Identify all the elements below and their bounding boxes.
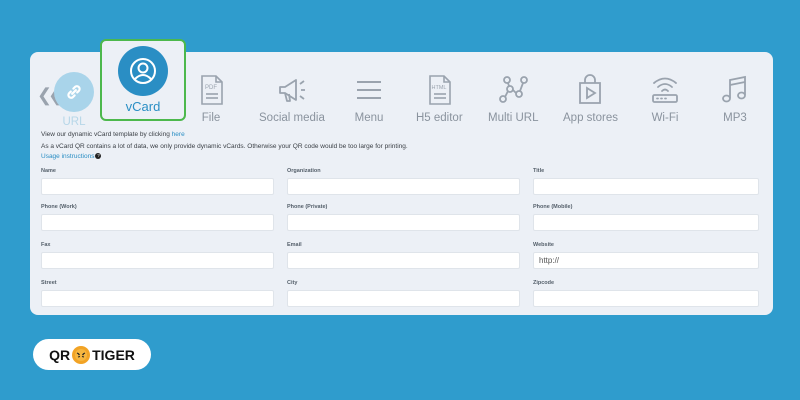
field-label: City xyxy=(287,280,298,286)
link-icon xyxy=(54,72,94,112)
usage-line: Usage instructions? xyxy=(41,152,408,162)
tab-label: Social media xyxy=(259,112,325,124)
pdf-file-icon: PDF xyxy=(193,72,229,108)
field-label: Name xyxy=(41,168,56,174)
shopping-bag-play-icon xyxy=(572,72,608,108)
tab-label: URL xyxy=(62,116,86,128)
fax-input[interactable] xyxy=(41,252,274,269)
qr-type-panel: ❮❮ URL vCard PDF File Social media Menu … xyxy=(30,39,773,315)
field-label: Zipcode xyxy=(533,280,555,286)
tab-file[interactable]: PDF File xyxy=(193,72,229,124)
email-input[interactable] xyxy=(287,252,520,269)
phone-mobile-input[interactable] xyxy=(533,214,759,231)
zipcode-input[interactable] xyxy=(533,290,759,307)
phone-work-input[interactable] xyxy=(41,214,274,231)
tab-url[interactable]: URL xyxy=(52,72,96,128)
tab-label: Wi-Fi xyxy=(651,112,679,124)
music-note-icon xyxy=(717,72,753,108)
template-link[interactable]: here xyxy=(172,131,185,138)
person-icon xyxy=(118,46,168,96)
qr-type-tabs: ❮❮ URL vCard PDF File Social media Menu … xyxy=(30,39,773,132)
svg-text:HTML: HTML xyxy=(432,85,447,91)
html-file-icon: HTML xyxy=(421,72,457,108)
website-input[interactable]: http:// xyxy=(533,252,759,269)
field-label: Street xyxy=(41,280,57,286)
tab-label: vCard xyxy=(125,99,161,114)
wifi-router-icon xyxy=(647,72,683,108)
svg-text:PDF: PDF xyxy=(205,85,217,91)
vcard-info: View our dynamic vCard template by click… xyxy=(41,130,408,162)
brand-right: TIGER xyxy=(92,346,135,363)
tab-label: MP3 xyxy=(723,112,747,124)
nodes-icon xyxy=(495,72,531,108)
field-label: Website xyxy=(533,242,554,248)
field-label: Organization xyxy=(287,168,321,174)
tab-h5-editor[interactable]: HTML H5 editor xyxy=(416,72,463,124)
tab-menu[interactable]: Menu xyxy=(351,72,387,124)
tab-label: Multi URL xyxy=(488,112,539,124)
field-label: Email xyxy=(287,242,302,248)
megaphone-icon xyxy=(274,72,310,108)
tab-label: Menu xyxy=(354,112,384,124)
tab-vcard[interactable]: vCard xyxy=(100,39,186,121)
tab-label: App stores xyxy=(563,112,618,124)
name-input[interactable] xyxy=(41,178,274,195)
tab-social-media[interactable]: Social media xyxy=(259,72,325,124)
brand-left: QR xyxy=(49,346,71,363)
tab-label: H5 editor xyxy=(416,112,463,124)
hamburger-menu-icon xyxy=(351,72,387,108)
organization-input[interactable] xyxy=(287,178,520,195)
field-label: Phone (Work) xyxy=(41,204,77,210)
template-line: View our dynamic vCard template by click… xyxy=(41,130,408,140)
field-label: Phone (Mobile) xyxy=(533,204,573,210)
template-text: View our dynamic vCard template by click… xyxy=(41,131,170,138)
tab-multi-url[interactable]: Multi URL xyxy=(488,72,538,124)
field-label: Phone (Private) xyxy=(287,204,328,210)
tiger-icon xyxy=(72,345,91,364)
qr-tiger-logo: QR TIGER xyxy=(33,339,151,370)
field-label: Title xyxy=(533,168,545,174)
tab-app-stores[interactable]: App stores xyxy=(563,72,618,124)
tab-wifi[interactable]: Wi-Fi xyxy=(647,72,683,124)
city-input[interactable] xyxy=(287,290,520,307)
field-label: Fax xyxy=(41,242,51,248)
usage-instructions-link[interactable]: Usage instructions xyxy=(41,153,94,160)
help-icon[interactable]: ? xyxy=(95,153,102,159)
vcard-note: As a vCard QR contains a lot of data, we… xyxy=(41,143,408,150)
phone-private-input[interactable] xyxy=(287,214,520,231)
title-input[interactable] xyxy=(533,178,759,195)
tab-label: File xyxy=(201,112,221,124)
street-input[interactable] xyxy=(41,290,274,307)
tab-mp3[interactable]: MP3 xyxy=(717,72,753,124)
